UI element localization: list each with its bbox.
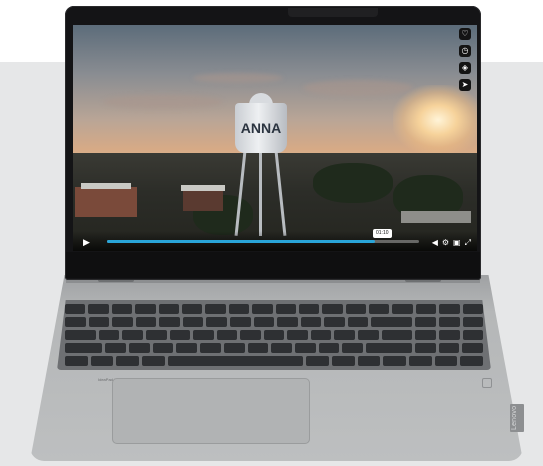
key-row-bottom	[65, 356, 483, 366]
key-row-numbers	[65, 317, 484, 327]
progress-fill	[107, 240, 376, 243]
key-row-home	[65, 343, 483, 353]
volume-icon[interactable]: ◀	[432, 238, 438, 248]
key-row-fn	[65, 304, 484, 314]
webcam-bar	[288, 8, 378, 17]
building-roof	[181, 185, 225, 191]
brick-building	[183, 189, 223, 211]
tower-leg	[259, 151, 262, 236]
brick-building	[75, 187, 137, 217]
player-control-bar: ▶ 01:10 ◀ ⚙ ▣ ⤢	[73, 229, 477, 251]
player-side-actions: ♡ ◷ ◈ ➤	[459, 28, 471, 91]
layers-icon[interactable]: ◈	[459, 62, 471, 74]
player-right-controls: ◀ ⚙ ▣ ⤢	[432, 238, 471, 248]
brand-logo: Lenovo	[511, 405, 518, 430]
touchpad	[112, 378, 310, 444]
cloud	[303, 80, 413, 96]
progress-bar[interactable]	[107, 240, 419, 243]
play-icon[interactable]: ▶	[83, 238, 93, 248]
share-icon[interactable]: ➤	[459, 79, 471, 91]
cloud	[103, 95, 223, 109]
screen-chin	[66, 252, 480, 278]
settings-icon[interactable]: ⚙	[442, 238, 449, 248]
fingerprint-reader	[482, 378, 492, 388]
keyboard	[57, 300, 491, 370]
building-roof	[401, 211, 471, 223]
water-tower-label: ANNA	[240, 120, 282, 136]
timestamp-tooltip: 01:10	[373, 229, 392, 238]
video-player[interactable]: ANNA ♡ ◷ ◈ ➤ ▶ 01:10 ◀ ⚙ ▣ ⤢	[73, 25, 477, 251]
building-roof	[81, 183, 131, 189]
heart-icon[interactable]: ♡	[459, 28, 471, 40]
trees	[313, 163, 393, 203]
clock-icon[interactable]: ◷	[459, 45, 471, 57]
key-row-qwerty	[65, 330, 484, 340]
cloud	[193, 73, 283, 83]
fullscreen-icon[interactable]: ⤢	[465, 238, 471, 248]
pip-icon[interactable]: ▣	[453, 238, 461, 248]
sun-glow	[393, 85, 477, 155]
